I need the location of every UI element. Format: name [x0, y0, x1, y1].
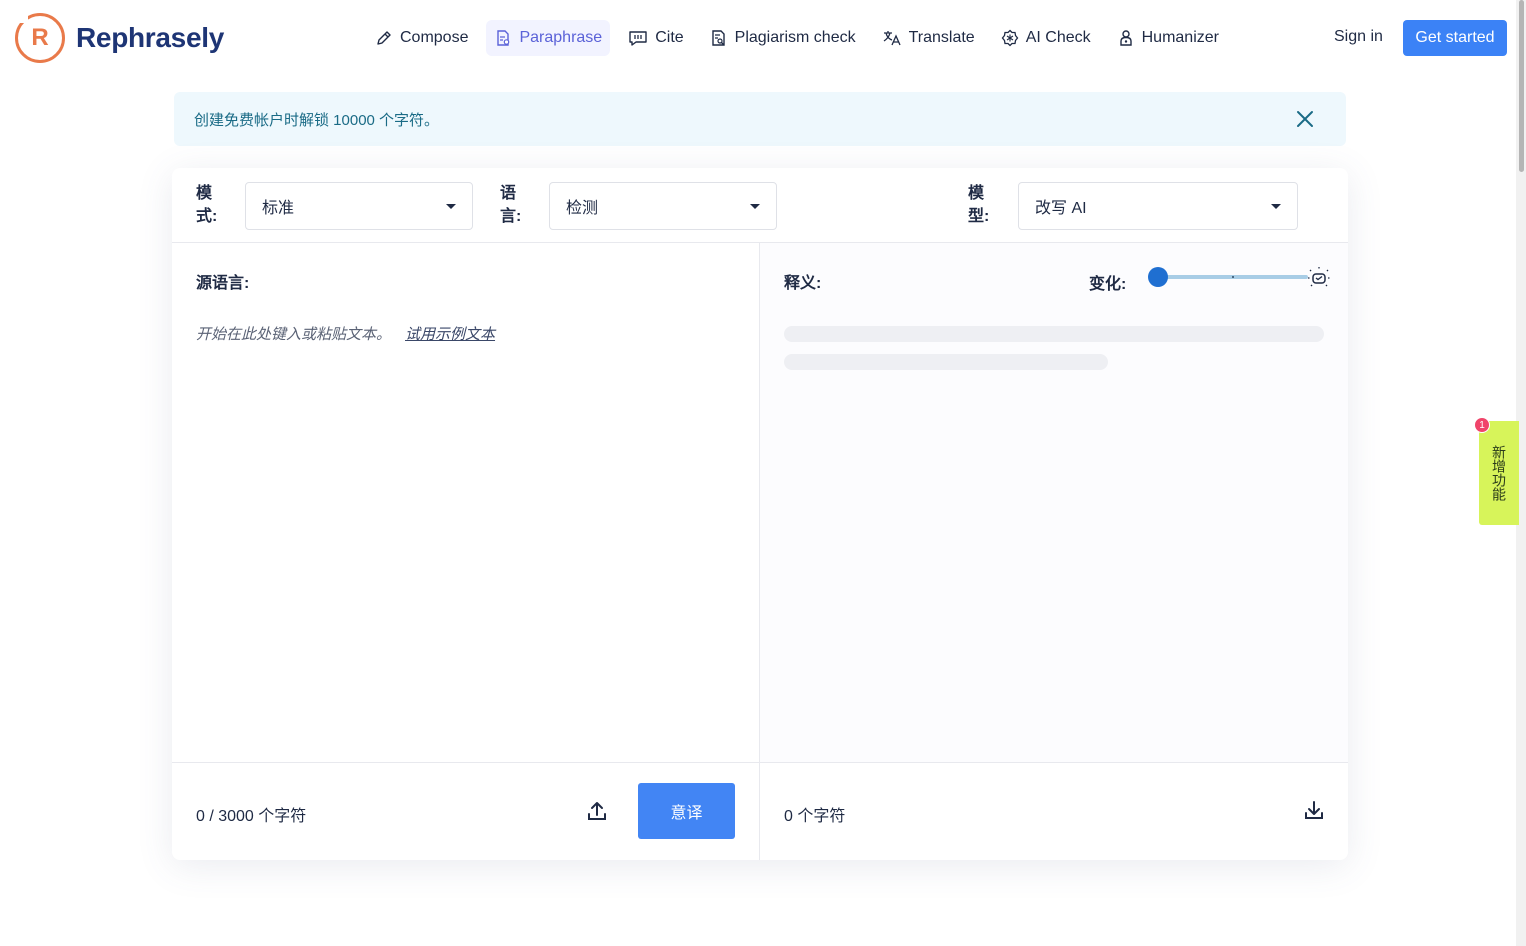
top-header: R Rephrasely Compose Paraphrase Cite Pla… [0, 0, 1516, 78]
slider-handle[interactable] [1148, 267, 1168, 287]
source-char-count: 0 / 3000 个字符 [196, 808, 307, 825]
nav-translate[interactable]: Translate [874, 20, 983, 56]
banner-text: 创建免费帐户时解锁 10000 个字符。 [194, 111, 440, 129]
chevron-down-icon [1271, 204, 1281, 209]
paraphrase-button[interactable]: 意译 [638, 783, 735, 839]
loading-line [784, 326, 1324, 342]
model-label: 模型: [968, 185, 990, 225]
change-slider[interactable] [1148, 267, 1332, 289]
language-label: 语言: [500, 185, 522, 225]
model-select[interactable]: 改写 AI [1018, 182, 1298, 230]
logo[interactable]: R Rephrasely [15, 13, 224, 63]
language-select[interactable]: 检测 [549, 182, 777, 230]
paraphrase-tool-card: 模式: 标准 语言: 检测 模型: 改写 AI 源语言: 开始在此处键入或粘贴文… [172, 168, 1348, 860]
translate-icon [883, 31, 901, 46]
output-title: 释义: [784, 275, 822, 292]
signup-banner: 创建免费帐户时解锁 10000 个字符。 [174, 92, 1346, 146]
new-features-label: 新增功能 [1491, 445, 1507, 501]
output-pane [760, 243, 1348, 762]
download-icon[interactable] [1302, 798, 1326, 822]
logo-text: Rephrasely [76, 22, 224, 53]
ai-badge-icon [1001, 29, 1019, 47]
nav-ai-check[interactable]: AI Check [993, 20, 1099, 56]
pen-icon [377, 31, 391, 45]
loading-line [784, 354, 1108, 370]
slider-midpoint [1232, 276, 1234, 278]
get-started-button[interactable]: Get started [1403, 20, 1507, 56]
logo-mark: R [15, 13, 65, 63]
intensity-icon [1308, 267, 1330, 287]
nav-cite[interactable]: Cite [620, 20, 691, 56]
source-title: 源语言: [196, 275, 250, 292]
sign-in-link[interactable]: Sign in [1334, 28, 1383, 46]
chevron-down-icon [750, 204, 760, 209]
output-char-count: 0 个字符 [784, 808, 846, 825]
nav-compose[interactable]: Compose [367, 20, 476, 56]
source-input[interactable]: 开始在此处键入或粘贴文本。 试用示例文本 [196, 323, 495, 344]
nav-humanizer[interactable]: Humanizer [1109, 20, 1227, 56]
card-footer-divider [172, 762, 1348, 763]
sample-text-link[interactable]: 试用示例文本 [405, 326, 495, 343]
mode-label: 模式: [196, 185, 218, 225]
document-edit-icon [497, 30, 510, 46]
settings-toolbar: 模式: 标准 语言: 检测 模型: 改写 AI [172, 168, 1348, 243]
notification-badge: 1 [1474, 417, 1490, 433]
nav-plagiarism-check[interactable]: Plagiarism check [702, 20, 864, 56]
scrollbar-thumb[interactable] [1519, 0, 1524, 172]
close-icon[interactable] [1294, 108, 1316, 130]
mode-select[interactable]: 标准 [245, 182, 473, 230]
source-placeholder: 开始在此处键入或粘贴文本。 [196, 326, 392, 343]
document-search-icon [711, 30, 725, 46]
quote-bubble-icon [629, 31, 647, 46]
main-nav: Compose Paraphrase Cite Plagiarism check… [367, 20, 1237, 56]
chevron-down-icon [446, 204, 456, 209]
person-icon [1119, 30, 1132, 46]
new-features-tab[interactable]: 新增功能 [1479, 421, 1519, 525]
change-label: 变化: [1089, 276, 1127, 293]
nav-paraphrase[interactable]: Paraphrase [486, 20, 611, 56]
upload-icon[interactable] [585, 799, 609, 823]
